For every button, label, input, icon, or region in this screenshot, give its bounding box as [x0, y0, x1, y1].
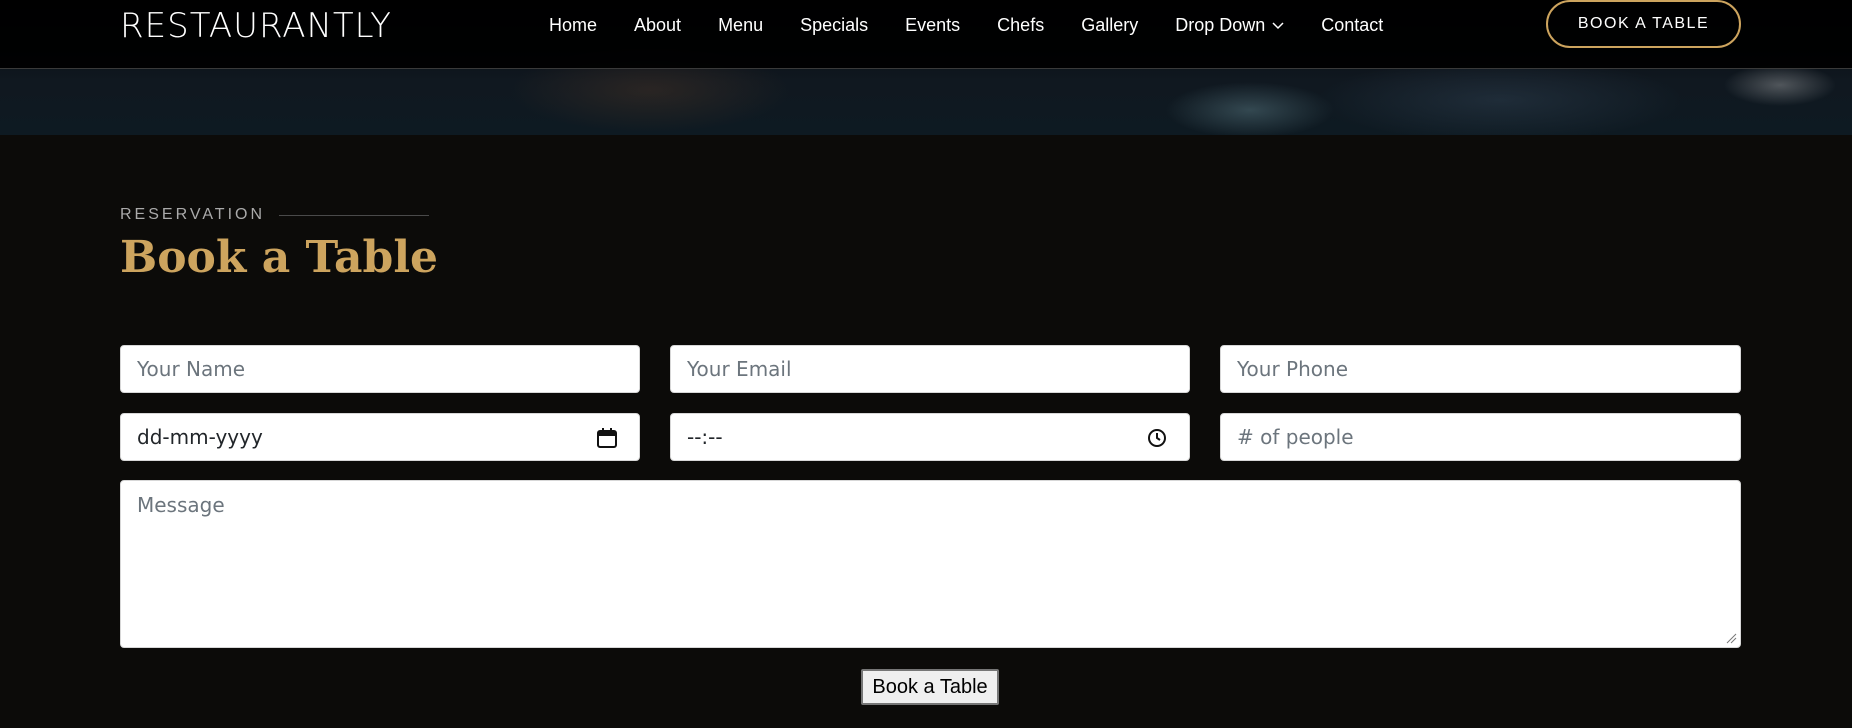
- name-input-placeholder: Your Name: [137, 357, 246, 381]
- time-input-value: --:--: [687, 425, 723, 449]
- message-textarea[interactable]: Message: [120, 480, 1741, 648]
- submit-book-table-button[interactable]: Book a Table: [861, 669, 999, 705]
- site-header: RESTAURANTLY Home About Menu Specials Ev…: [0, 0, 1852, 69]
- nav-menu[interactable]: Menu: [718, 14, 763, 36]
- nav-dropdown-label: Drop Down: [1175, 14, 1266, 35]
- date-input[interactable]: dd-mm-yyyy: [120, 413, 640, 461]
- section-label: RESERVATION: [120, 206, 430, 224]
- name-input[interactable]: Your Name: [120, 345, 640, 393]
- email-input[interactable]: Your Email: [670, 345, 1190, 393]
- main-nav: Home About Menu Specials Events Chefs Ga…: [549, 14, 1420, 36]
- nav-home[interactable]: Home: [549, 14, 597, 36]
- resize-handle-icon[interactable]: [1725, 632, 1737, 644]
- nav-contact[interactable]: Contact: [1321, 14, 1383, 36]
- phone-input[interactable]: Your Phone: [1220, 345, 1741, 393]
- chevron-down-icon: [1272, 22, 1284, 30]
- message-placeholder: Message: [137, 493, 225, 517]
- nav-specials[interactable]: Specials: [800, 14, 868, 36]
- book-a-table-header-button[interactable]: BOOK A TABLE: [1546, 0, 1741, 48]
- date-input-value: dd-mm-yyyy: [137, 425, 263, 449]
- calendar-icon[interactable]: [595, 426, 619, 450]
- nav-about[interactable]: About: [634, 14, 681, 36]
- clock-icon[interactable]: [1145, 426, 1169, 450]
- nav-dropdown[interactable]: Drop Down: [1175, 14, 1284, 36]
- section-label-text: RESERVATION: [120, 206, 266, 223]
- nav-gallery[interactable]: Gallery: [1081, 14, 1138, 36]
- section-title: Book a Table: [120, 232, 439, 283]
- section-label-divider: [279, 214, 430, 216]
- people-input[interactable]: # of people: [1220, 413, 1741, 461]
- time-input[interactable]: --:--: [670, 413, 1190, 461]
- email-input-placeholder: Your Email: [687, 357, 792, 381]
- people-input-placeholder: # of people: [1237, 425, 1354, 449]
- nav-chefs[interactable]: Chefs: [997, 14, 1044, 36]
- nav-events[interactable]: Events: [905, 14, 960, 36]
- phone-input-placeholder: Your Phone: [1237, 357, 1349, 381]
- site-logo[interactable]: RESTAURANTLY: [120, 6, 392, 46]
